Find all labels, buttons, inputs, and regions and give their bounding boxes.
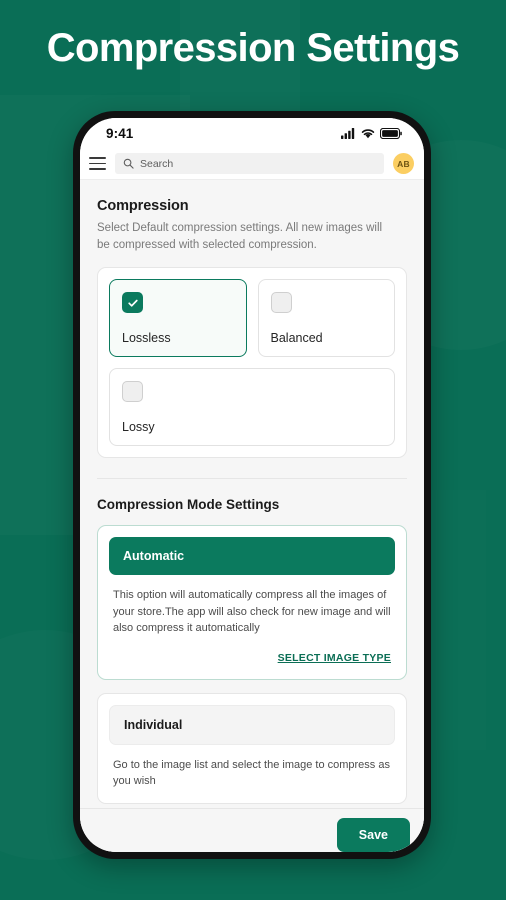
mode-header-automatic[interactable]: Automatic <box>109 537 395 576</box>
compression-option-lossless[interactable]: Lossless <box>109 279 247 358</box>
compression-options-row: Lossless Balanced <box>109 279 395 358</box>
mode-link-row: SELECT IMAGE TYPE <box>113 648 391 666</box>
compression-option-balanced[interactable]: Balanced <box>257 279 395 358</box>
status-bar-time: 9:41 <box>106 125 134 141</box>
checkbox-unchecked-icon[interactable] <box>122 381 143 403</box>
battery-icon <box>380 127 402 139</box>
mode-body-individual: Go to the image list and select the imag… <box>109 745 395 792</box>
search-icon <box>123 158 134 169</box>
mode-description: This option will automatically compress … <box>113 589 391 635</box>
checkbox-checked-icon[interactable] <box>122 292 143 314</box>
page-title: Compression Settings <box>46 26 460 70</box>
mode-settings-heading: Compression Mode Settings <box>97 497 280 513</box>
mode-body-automatic: This option will automatically compress … <box>109 575 395 668</box>
compression-subtitle: Select Default compression settings. All… <box>97 222 383 251</box>
checkmark-icon <box>127 299 138 307</box>
compression-option-label: Balanced <box>270 331 323 346</box>
mode-card-individual: Individual Go to the image list and sele… <box>97 692 407 804</box>
signal-icon <box>341 127 355 139</box>
compression-option-lossy[interactable]: Lossy <box>109 368 395 447</box>
wifi-icon <box>361 128 375 138</box>
app-content: Compression Select Default compression s… <box>80 180 424 852</box>
phone-screen: 9:41 Search AB Compression Select Defaul… <box>80 118 424 852</box>
save-bar: Save <box>80 808 424 852</box>
mode-card-automatic: Automatic This option will automatically… <box>97 525 407 680</box>
app-toolbar: Search AB <box>80 148 424 180</box>
avatar[interactable]: AB <box>393 153 414 174</box>
mode-description: Go to the image list and select the imag… <box>113 758 390 788</box>
search-input[interactable]: Search <box>115 153 384 174</box>
search-placeholder-text: Search <box>140 157 174 170</box>
mode-header-individual[interactable]: Individual <box>109 704 395 745</box>
compression-heading: Compression <box>97 198 189 214</box>
status-bar-icons <box>341 127 402 139</box>
hamburger-menu-icon[interactable] <box>89 157 106 170</box>
compression-option-label: Lossy <box>122 420 155 435</box>
select-image-type-link[interactable]: SELECT IMAGE TYPE <box>278 652 391 664</box>
compression-options-card: Lossless Balanced Lossy <box>97 267 407 459</box>
status-bar: 9:41 <box>80 118 424 148</box>
phone-mockup-frame: 9:41 Search AB Compression Select Defaul… <box>73 111 431 859</box>
section-divider <box>97 478 407 480</box>
content-scroll-area[interactable]: Compression Select Default compression s… <box>80 180 424 808</box>
compression-option-label: Lossless <box>122 331 171 346</box>
save-button[interactable]: Save <box>336 818 410 852</box>
checkbox-unchecked-icon[interactable] <box>270 292 292 314</box>
